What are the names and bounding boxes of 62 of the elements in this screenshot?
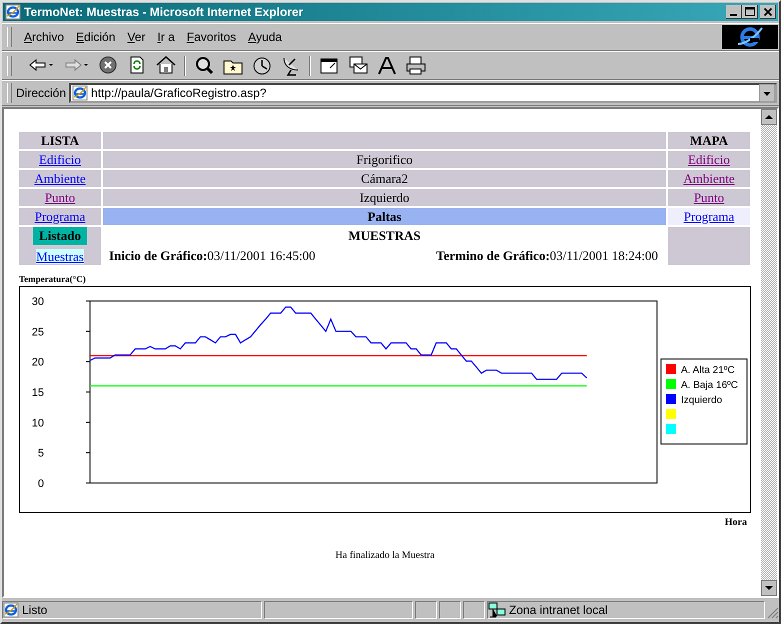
table-cell: Cámara2 [103,170,666,187]
link[interactable]: Muestras [36,249,84,264]
tick-label: 5 [38,448,44,460]
menu-item[interactable]: Ayuda [242,30,288,44]
tick-label: 25 [32,326,44,338]
link[interactable]: Ambiente [683,170,735,186]
page-icon [72,85,88,101]
status-panel [463,601,485,619]
tick-label: 15 [32,387,44,399]
legend-label: A. Baja 16ºC [681,380,738,391]
tick-label: 20 [32,356,44,369]
tick-label: 10 [32,417,44,430]
mail-button[interactable] [347,54,369,76]
link[interactable]: Edificio [688,152,730,166]
maximize-button[interactable] [742,5,758,19]
table-header: MAPA [668,132,750,149]
scroll-up-button[interactable] [761,109,777,125]
history-button[interactable] [251,54,273,76]
status-panel: Zona intranet local [487,601,765,619]
section-heading: MUESTRAS [347,228,422,244]
axis-title: Temperatura(°C) [19,274,87,284]
font-size-button[interactable] [376,54,398,76]
table-header: LISTA [19,132,101,149]
table-cell: Frigorifico [103,151,666,168]
minimize-button[interactable] [726,5,742,19]
status-message: Ha finalizado la Muestra [334,550,436,561]
menu-item[interactable]: Edición [70,30,122,44]
address-field[interactable]: http://paula/GraficoRegistro.asp? [69,83,777,103]
close-button[interactable] [760,5,776,19]
window-title: TermoNet: Muestras - Microsoft Internet Explorer [24,5,304,19]
scrollbar[interactable] [761,109,777,596]
resize-grip-icon [767,607,779,619]
date-text: Termino de Gráfico:03/11/2001 18:24:00 [436,248,658,264]
status-panel [415,601,437,619]
menu-item[interactable]: Ir a [151,30,181,44]
link[interactable]: Punto [694,190,724,204]
browser-icon [5,4,21,20]
tick-label: 30 [32,296,44,308]
dropdown-button[interactable] [759,84,775,102]
table-cell[interactable]: Programa [668,208,750,225]
scroll-down-button[interactable] [761,580,777,596]
search-button[interactable] [193,54,215,76]
menu-item[interactable]: Favoritos [180,30,242,44]
stop-button[interactable] [97,54,119,76]
table-cell: Izquierdo [103,189,666,206]
network-computers-icon [488,602,506,618]
legend-label: A. Alta 21ºC [681,365,735,376]
home-button[interactable] [155,54,177,76]
listado-label: Listado [33,227,87,245]
menu-item[interactable]: Archivo [18,30,70,44]
address-label: Dirección [16,86,66,100]
menu-item[interactable]: Ver [121,30,152,44]
status-panel [439,601,461,619]
print-button[interactable] [405,54,427,76]
legend-label: Izquierdo [681,395,722,406]
axis-title: Hora [724,517,747,528]
table-cell: Paltas [103,208,666,225]
tick-label: 0 [38,478,44,490]
status-panel: Listo [2,601,262,619]
date-text: Inicio de Gráfico:03/11/2001 16:45:00 [109,248,316,264]
link[interactable]: Programa [684,208,734,224]
page-icon [3,602,19,618]
